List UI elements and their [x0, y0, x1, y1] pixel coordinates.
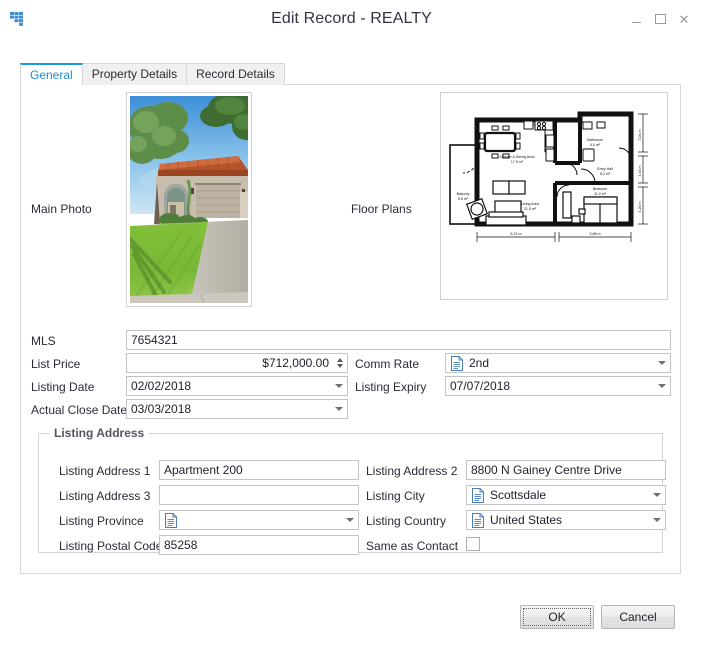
listing-address-1-value: Apartment 200: [164, 463, 243, 477]
listing-country-value: United States: [490, 513, 563, 527]
document-lookup-icon: [471, 487, 485, 503]
svg-text:Bedroom: Bedroom: [593, 187, 608, 191]
listing-postal-code-value: 85258: [164, 538, 198, 552]
listing-date-value: 02/02/2018: [131, 379, 192, 393]
listing-address-3-label: Listing Address 3: [59, 489, 151, 503]
same-as-contact-label: Same as Contact: [366, 539, 459, 553]
cancel-button-label: Cancel: [619, 610, 657, 624]
listing-date-picker[interactable]: 02/02/2018: [126, 376, 348, 396]
listing-province-label: Listing Province: [59, 514, 144, 528]
svg-text:Living Area: Living Area: [521, 202, 539, 206]
floor-plans-image: Kitchen & Dining Area 17.5 m² Bathroom 4…: [445, 97, 664, 295]
listing-expiry-picker[interactable]: 07/07/2018: [445, 376, 671, 396]
window-title: Edit Record - REALTY: [271, 10, 432, 27]
cancel-button[interactable]: Cancel: [601, 605, 675, 629]
chevron-down-icon[interactable]: [654, 384, 670, 388]
svg-text:Bathroom: Bathroom: [587, 138, 603, 142]
listing-address-legend: Listing Address: [49, 426, 150, 440]
svg-text:3.04 m: 3.04 m: [638, 130, 642, 141]
same-as-contact-checkbox[interactable]: [466, 537, 480, 551]
chevron-down-icon[interactable]: [331, 384, 347, 388]
svg-text:4.48 m: 4.48 m: [638, 166, 642, 177]
list-price-value: $712,000.00: [262, 356, 329, 370]
svg-text:Entry Hall: Entry Hall: [597, 167, 613, 171]
main-photo-frame[interactable]: [126, 92, 252, 307]
stepper-down-icon: [336, 364, 343, 368]
comm-rate-label: Comm Rate: [355, 357, 420, 371]
window-controls: ✕: [625, 9, 695, 29]
listing-address-2-label: Listing Address 2: [366, 464, 458, 478]
focus-outline: [523, 608, 591, 626]
svg-text:6.2 m²: 6.2 m²: [600, 172, 611, 176]
chevron-down-icon[interactable]: [649, 493, 665, 497]
listing-address-group: Listing Address Listing Address 1 Apartm…: [38, 426, 666, 555]
document-lookup-icon: [450, 355, 464, 371]
comm-rate-value: 2nd: [469, 356, 490, 370]
floor-plans-label: Floor Plans: [351, 202, 412, 216]
document-lookup-icon: [164, 512, 178, 528]
listing-postal-code-label: Listing Postal Code: [59, 539, 163, 553]
listing-address-1-label: Listing Address 1: [59, 464, 151, 478]
floor-plans-frame[interactable]: Kitchen & Dining Area 17.5 m² Bathroom 4…: [440, 92, 668, 300]
listing-city-combo[interactable]: Scottsdale: [466, 485, 666, 505]
close-button[interactable]: ✕: [673, 9, 695, 29]
stepper-up-icon: [336, 358, 343, 362]
svg-text:6.22 m: 6.22 m: [511, 232, 522, 236]
actual-close-date-label: Actual Close Date: [31, 403, 128, 417]
main-photo-label: Main Photo: [31, 202, 92, 216]
listing-country-combo[interactable]: United States: [466, 510, 666, 530]
list-price-label: List Price: [31, 357, 81, 371]
svg-text:3.68 m: 3.68 m: [590, 232, 601, 236]
svg-text:Balcony: Balcony: [457, 192, 470, 196]
svg-text:Kitchen & Dining Area: Kitchen & Dining Area: [500, 155, 535, 159]
maximize-button[interactable]: [649, 9, 671, 29]
listing-expiry-label: Listing Expiry: [355, 380, 427, 394]
listing-province-combo[interactable]: [159, 510, 359, 530]
general-tab-panel: Main Photo Floor Plans Kitchen & Dining …: [20, 84, 681, 574]
tab-strip: General Property Details Record Details: [20, 63, 285, 85]
listing-expiry-value: 07/07/2018: [450, 379, 511, 393]
svg-text:5.5 m²: 5.5 m²: [458, 197, 469, 201]
actual-close-date-value: 03/03/2018: [131, 402, 192, 416]
minimize-button[interactable]: [625, 9, 647, 29]
maximize-icon: [654, 14, 666, 24]
list-price-input[interactable]: $712,000.00: [126, 353, 348, 373]
svg-text:17.5 m²: 17.5 m²: [511, 160, 524, 164]
minimize-icon: [631, 21, 641, 23]
tab-record-details[interactable]: Record Details: [186, 63, 285, 85]
actual-close-date-picker[interactable]: 03/03/2018: [126, 399, 348, 419]
close-icon: ✕: [678, 11, 690, 27]
mls-input[interactable]: 7654321: [126, 330, 671, 350]
mls-label: MLS: [31, 334, 56, 348]
document-lookup-icon: [471, 512, 485, 528]
mls-value: 7654321: [131, 333, 178, 347]
listing-date-label: Listing Date: [31, 380, 95, 394]
chevron-down-icon[interactable]: [342, 518, 358, 522]
listing-country-label: Listing Country: [366, 514, 447, 528]
title-bar: Edit Record - REALTY ✕: [0, 0, 703, 44]
listing-city-label: Listing City: [366, 489, 425, 503]
svg-text:4.0 m²: 4.0 m²: [590, 143, 601, 147]
chevron-down-icon[interactable]: [331, 407, 347, 411]
main-photo-image: [127, 93, 251, 304]
listing-address-3-input[interactable]: [159, 485, 359, 505]
listing-address-1-input[interactable]: Apartment 200: [159, 460, 359, 480]
listing-address-2-input[interactable]: 8800 N Gainey Centre Drive: [466, 460, 666, 480]
tab-general[interactable]: General: [20, 63, 83, 85]
svg-text:11.0 m²: 11.0 m²: [594, 192, 607, 196]
svg-text:21.5 m²: 21.5 m²: [524, 207, 537, 211]
comm-rate-combo[interactable]: 2nd: [445, 353, 671, 373]
listing-city-value: Scottsdale: [490, 488, 547, 502]
listing-postal-code-input[interactable]: 85258: [159, 535, 359, 555]
ok-button[interactable]: OK: [520, 605, 594, 629]
listing-address-2-value: 8800 N Gainey Centre Drive: [471, 463, 622, 477]
svg-text:4.20 m: 4.20 m: [638, 202, 642, 213]
chevron-down-icon[interactable]: [649, 518, 665, 522]
chevron-down-icon[interactable]: [654, 361, 670, 365]
list-price-stepper[interactable]: [332, 358, 347, 368]
tab-property-details[interactable]: Property Details: [81, 63, 188, 85]
